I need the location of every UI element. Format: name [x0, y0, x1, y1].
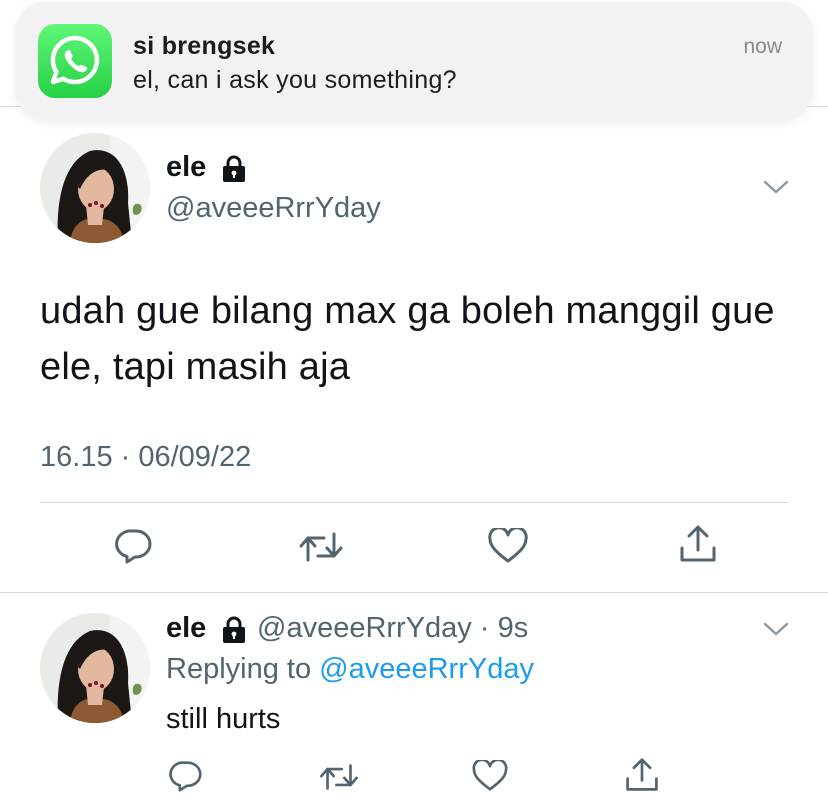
like-icon[interactable] — [488, 526, 528, 569]
notification-title: si brengsek — [133, 32, 276, 60]
reply-icon[interactable] — [168, 760, 204, 797]
notification-time: now — [743, 35, 782, 58]
avatar[interactable] — [40, 613, 150, 723]
chevron-down-icon[interactable] — [762, 620, 790, 643]
display-name[interactable]: ele — [166, 151, 206, 184]
divider — [0, 592, 828, 593]
replying-to-label: Replying to — [166, 653, 312, 685]
retweet-icon[interactable] — [318, 762, 360, 797]
user-handle[interactable]: @aveeeRrrYday — [166, 192, 381, 225]
replying-to: Replying to @aveeeRrrYday — [166, 653, 534, 686]
retweet-icon[interactable] — [298, 530, 344, 569]
reply-display-name[interactable]: ele — [166, 612, 206, 645]
tweet-text: udah gue bilang max ga boleh manggil gue… — [40, 290, 775, 388]
whatsapp-notification[interactable]: si brengsek el, can i ask you something?… — [16, 2, 812, 120]
like-icon[interactable] — [472, 758, 508, 797]
divider — [40, 502, 788, 503]
share-icon[interactable] — [624, 757, 660, 798]
whatsapp-icon — [38, 24, 112, 98]
lock-icon — [221, 616, 247, 644]
lock-icon — [221, 155, 247, 183]
avatar[interactable] — [40, 133, 150, 243]
notification-body: el, can i ask you something? — [133, 66, 457, 94]
reply-text: still hurts — [166, 703, 281, 735]
share-icon[interactable] — [678, 524, 718, 569]
chevron-down-icon[interactable] — [762, 178, 790, 201]
replying-to-mention[interactable]: @aveeeRrrYday — [319, 653, 534, 685]
tweet-timestamp[interactable]: 16.15 · 06/09/22 — [40, 441, 251, 474]
reply-handle-time[interactable]: @aveeeRrrYday · 9s — [257, 612, 528, 645]
reply-icon[interactable] — [114, 528, 154, 569]
